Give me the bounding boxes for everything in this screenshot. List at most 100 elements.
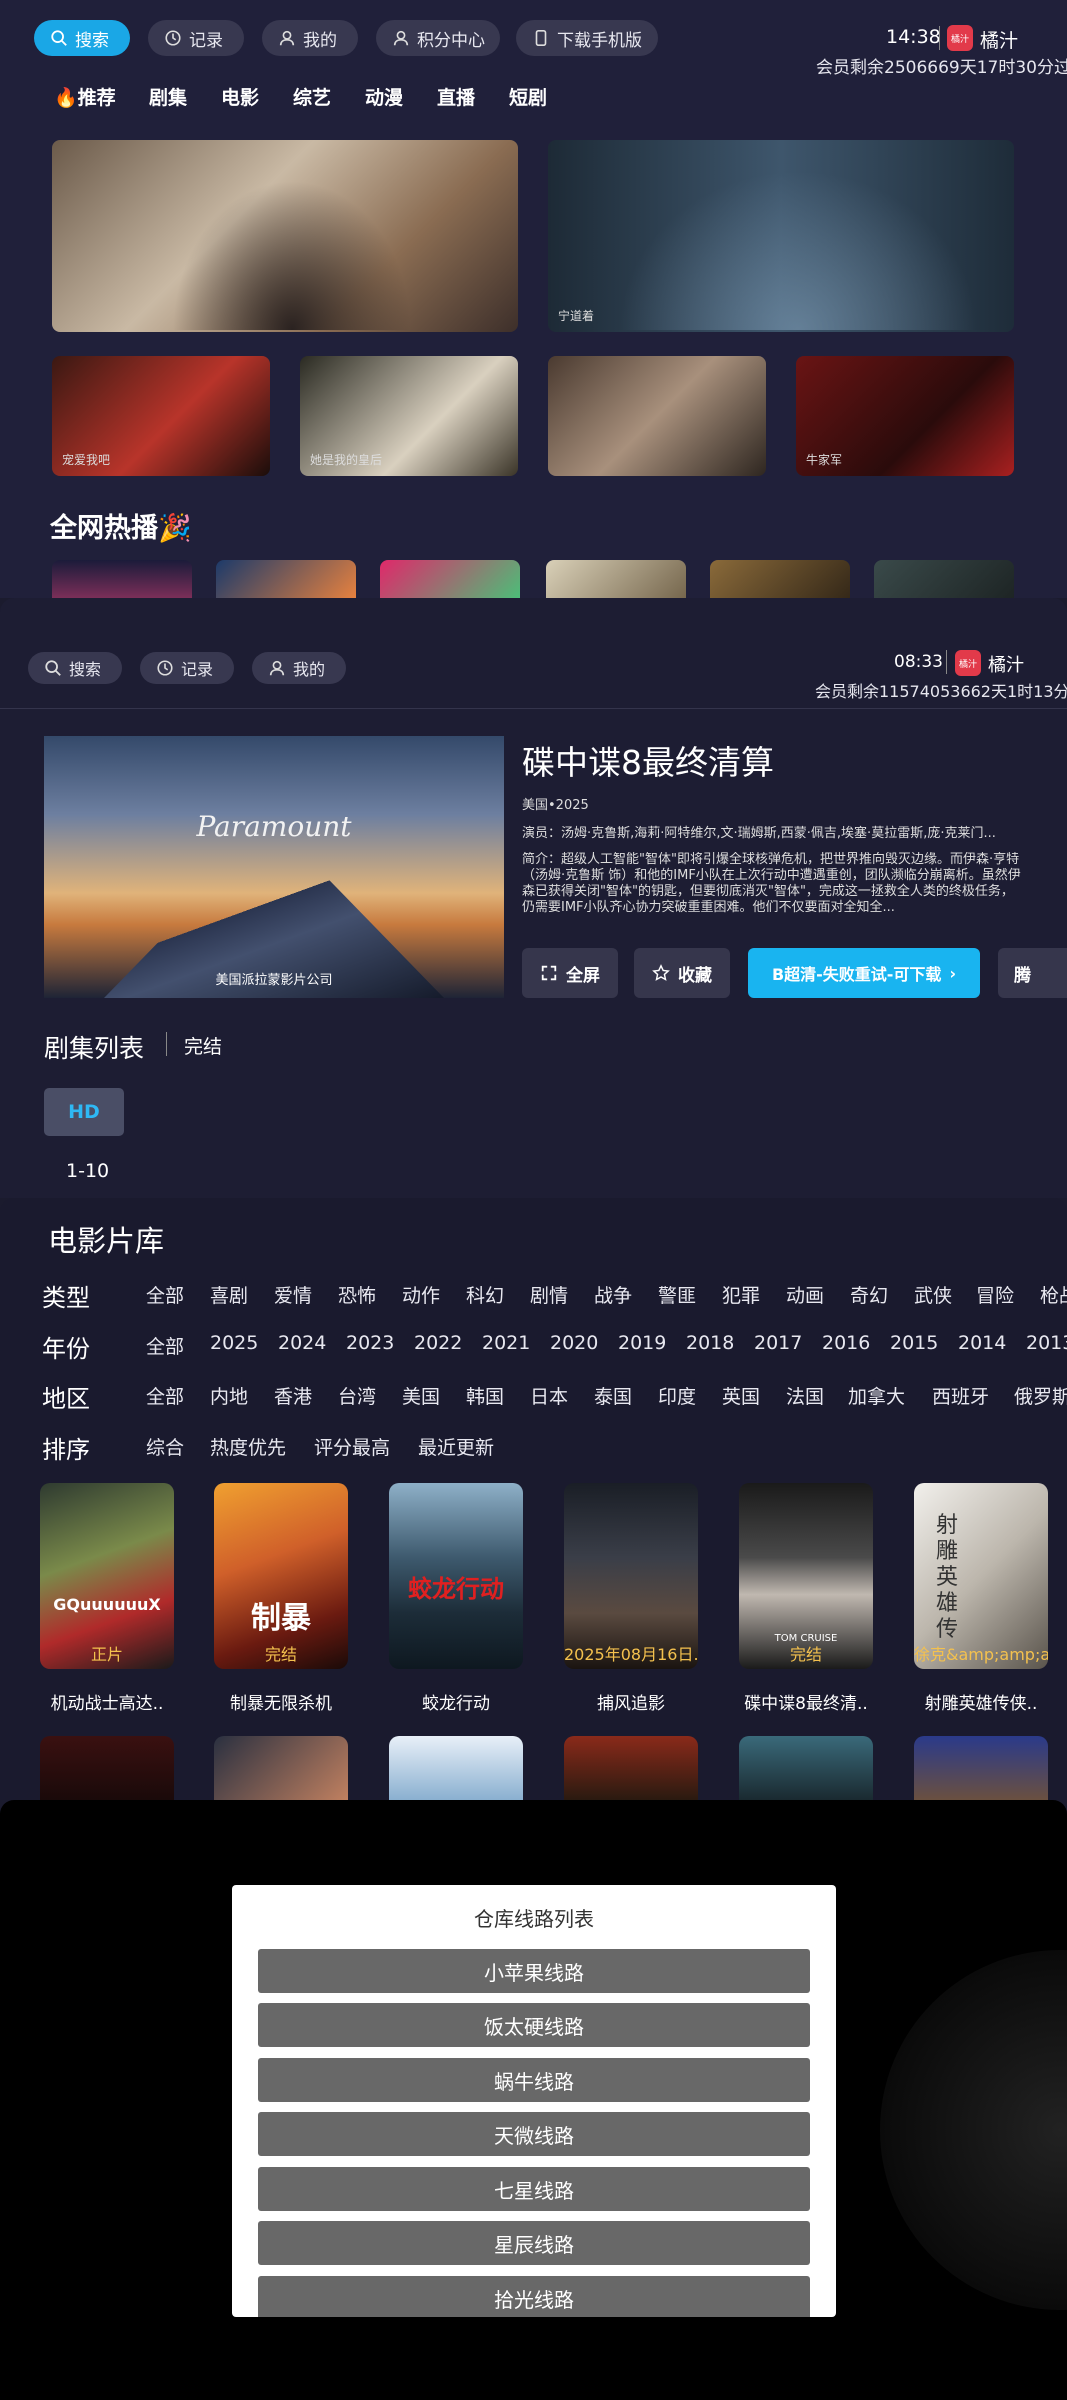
hot-poster[interactable] — [216, 560, 356, 598]
filter-option[interactable]: 全部 — [146, 1382, 184, 1409]
filter-option[interactable]: 2015 — [890, 1332, 938, 1354]
episode-range[interactable]: 1-10 — [66, 1160, 109, 1182]
filter-option[interactable]: 日本 — [530, 1382, 568, 1409]
filter-option[interactable]: 动作 — [402, 1281, 440, 1308]
banner-thumb-3[interactable] — [548, 356, 766, 476]
movie-poster[interactable]: 射雕英雄传 徐克&amp;amp;a.. — [914, 1483, 1048, 1669]
filter-option[interactable]: 西班牙 — [932, 1382, 989, 1409]
movie-poster[interactable] — [914, 1736, 1048, 1800]
source-select-button[interactable]: B超清-失败重试-可下载 › — [748, 948, 980, 998]
search-button[interactable]: 搜索 — [28, 652, 122, 684]
filter-option[interactable]: 2022 — [414, 1332, 462, 1354]
filter-option[interactable]: 加拿大 — [848, 1382, 905, 1409]
filter-option[interactable]: 2016 — [822, 1332, 870, 1354]
avatar[interactable]: 橘汁 — [947, 25, 973, 51]
banner-thumb-2[interactable]: 她是我的皇后 — [300, 356, 518, 476]
movie-poster[interactable] — [40, 1736, 174, 1800]
movie-poster[interactable]: 蛟龙行动 — [389, 1483, 523, 1669]
movie-poster[interactable] — [214, 1736, 348, 1800]
movie-title[interactable]: 射雕英雄传侠.. — [906, 1689, 1056, 1714]
tab-variety[interactable]: 综艺 — [293, 83, 331, 110]
filter-option[interactable]: 台湾 — [338, 1382, 376, 1409]
filter-option[interactable]: 韩国 — [466, 1382, 504, 1409]
movie-title[interactable]: 碟中谍8最终清.. — [731, 1689, 881, 1714]
filter-option[interactable]: 犯罪 — [722, 1281, 760, 1308]
avatar[interactable]: 橘汁 — [955, 650, 981, 676]
movie-poster[interactable] — [739, 1736, 873, 1800]
filter-option[interactable]: 俄罗斯 — [1014, 1382, 1067, 1409]
filter-option[interactable]: 内地 — [210, 1382, 248, 1409]
filter-option[interactable]: 2019 — [618, 1332, 666, 1354]
filter-option[interactable]: 美国 — [402, 1382, 440, 1409]
hot-poster[interactable] — [874, 560, 1014, 598]
hot-poster[interactable] — [710, 560, 850, 598]
filter-option[interactable]: 战争 — [594, 1281, 632, 1308]
filter-option[interactable]: 冒险 — [976, 1281, 1014, 1308]
hot-poster[interactable] — [546, 560, 686, 598]
filter-option[interactable]: 2018 — [686, 1332, 734, 1354]
history-button[interactable]: 记录 — [148, 20, 244, 56]
route-item[interactable]: 蜗牛线路 — [258, 2058, 810, 2102]
mine-button[interactable]: 我的 — [252, 652, 346, 684]
movie-poster[interactable]: 2025年08月16日.. — [564, 1483, 698, 1669]
favorite-button[interactable]: 收藏 — [634, 948, 730, 998]
tab-movie[interactable]: 电影 — [221, 83, 259, 110]
download-app-button[interactable]: 下载手机版 — [516, 20, 658, 56]
filter-option[interactable]: 热度优先 — [210, 1433, 286, 1460]
route-item[interactable]: 小苹果线路 — [258, 1949, 810, 1993]
filter-option[interactable]: 2013 — [1026, 1332, 1067, 1354]
video-player[interactable]: Paramount 美国派拉蒙影片公司 — [44, 736, 504, 998]
filter-option[interactable]: 奇幻 — [850, 1281, 888, 1308]
filter-option[interactable]: 2025 — [210, 1332, 258, 1354]
filter-option[interactable]: 2023 — [346, 1332, 394, 1354]
movie-poster[interactable] — [564, 1736, 698, 1800]
filter-option[interactable]: 2020 — [550, 1332, 598, 1354]
filter-option[interactable]: 全部 — [146, 1332, 184, 1359]
filter-option[interactable]: 科幻 — [466, 1281, 504, 1308]
history-button[interactable]: 记录 — [140, 652, 234, 684]
hot-poster[interactable] — [52, 560, 192, 598]
filter-option[interactable]: 评分最高 — [314, 1433, 390, 1460]
banner-thumb-4[interactable]: 牛家军 — [796, 356, 1014, 476]
movie-poster[interactable]: GQuuuuuuX 正片 — [40, 1483, 174, 1669]
filter-option[interactable]: 武侠 — [914, 1281, 952, 1308]
filter-option[interactable]: 喜剧 — [210, 1281, 248, 1308]
mine-button[interactable]: 我的 — [262, 20, 358, 56]
quality-tab-hd[interactable]: HD — [44, 1088, 124, 1136]
movie-title[interactable]: 蛟龙行动 — [381, 1689, 531, 1714]
tab-short-drama[interactable]: 短剧 — [509, 83, 547, 110]
filter-option[interactable]: 警匪 — [658, 1281, 696, 1308]
filter-option[interactable]: 法国 — [786, 1382, 824, 1409]
filter-option[interactable]: 2024 — [278, 1332, 326, 1354]
filter-option[interactable]: 综合 — [146, 1433, 184, 1460]
filter-option[interactable]: 枪战 — [1040, 1281, 1067, 1308]
movie-title[interactable]: 捕风追影 — [556, 1689, 706, 1714]
points-center-button[interactable]: 积分中心 — [376, 20, 500, 56]
username[interactable]: 橘汁 — [988, 651, 1024, 677]
featured-banner-2[interactable]: 宁道着 — [548, 140, 1014, 332]
search-button[interactable]: 搜索 — [34, 20, 130, 56]
filter-option[interactable]: 最近更新 — [418, 1433, 494, 1460]
movie-title[interactable]: 机动战士高达.. — [32, 1689, 182, 1714]
tab-anime[interactable]: 动漫 — [365, 83, 403, 110]
route-item[interactable]: 拾光线路 — [258, 2276, 810, 2317]
tab-recommend[interactable]: 🔥推荐 — [54, 83, 116, 110]
filter-option[interactable]: 剧情 — [530, 1281, 568, 1308]
tab-series[interactable]: 剧集 — [149, 83, 187, 110]
banner-thumb-1[interactable]: 宠爱我吧 — [52, 356, 270, 476]
route-item[interactable]: 天微线路 — [258, 2112, 810, 2156]
filter-option[interactable]: 全部 — [146, 1281, 184, 1308]
filter-option[interactable]: 泰国 — [594, 1382, 632, 1409]
route-item[interactable]: 星辰线路 — [258, 2221, 810, 2265]
username[interactable]: 橘汁 — [980, 26, 1018, 53]
tab-live[interactable]: 直播 — [437, 83, 475, 110]
filter-option[interactable]: 香港 — [274, 1382, 312, 1409]
hot-poster[interactable] — [380, 560, 520, 598]
featured-banner-1[interactable] — [52, 140, 518, 332]
filter-option[interactable]: 2014 — [958, 1332, 1006, 1354]
filter-option[interactable]: 2021 — [482, 1332, 530, 1354]
movie-poster[interactable] — [389, 1736, 523, 1800]
filter-option[interactable]: 2017 — [754, 1332, 802, 1354]
filter-option[interactable]: 动画 — [786, 1281, 824, 1308]
movie-poster[interactable]: TOM CRUISE 完结 — [739, 1483, 873, 1669]
